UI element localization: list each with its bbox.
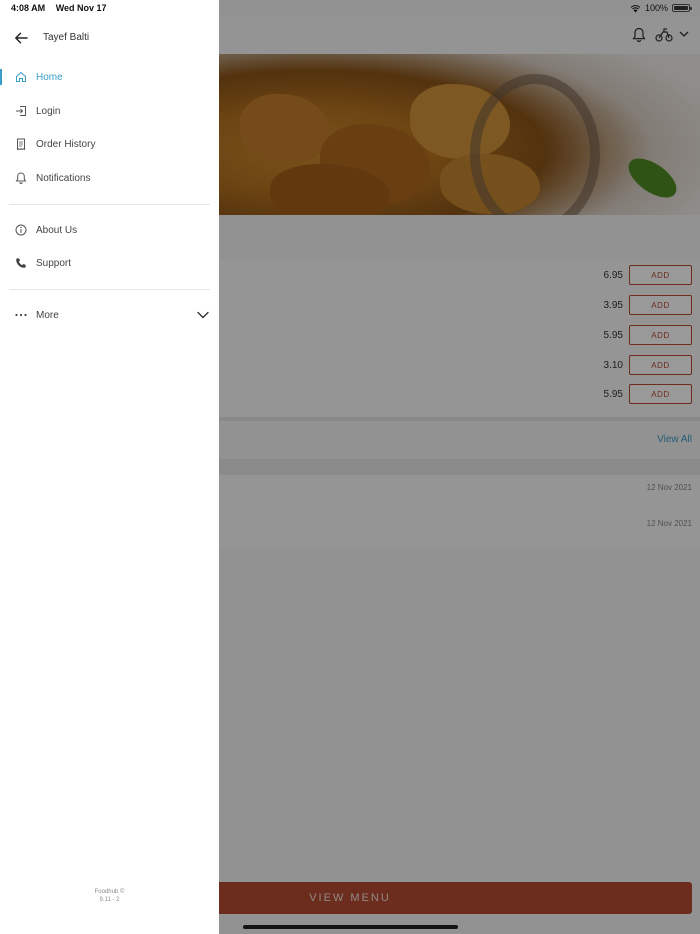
app-version-footer: Foodhub © 9.11 - 2 <box>0 888 219 904</box>
status-date: Wed Nov 17 <box>55 3 107 13</box>
drawer-divider <box>9 204 210 205</box>
home-icon <box>14 70 28 84</box>
nav-item-support[interactable]: Support <box>0 251 219 275</box>
status-bar-left: 4:08 AM Wed Nov 17 <box>11 3 115 13</box>
status-bar-right: 100% <box>630 3 692 13</box>
nav-item-more[interactable]: More <box>0 303 219 327</box>
battery-fill <box>674 6 688 10</box>
chevron-down-icon[interactable] <box>197 311 209 319</box>
bell-icon <box>14 171 28 185</box>
wifi-icon <box>630 4 641 12</box>
active-indicator <box>0 69 2 85</box>
nav-item-order-history[interactable]: Order History <box>0 132 219 156</box>
nav-label-notifications: Notifications <box>36 172 91 184</box>
back-arrow-icon[interactable] <box>14 31 28 45</box>
store-name: Tayef Balti <box>43 32 90 43</box>
nav-item-notifications[interactable]: Notifications <box>0 166 219 190</box>
version-label: 9.11 - 2 <box>99 897 120 903</box>
nav-item-about-us[interactable]: About Us <box>0 218 219 242</box>
status-time: 4:08 AM <box>11 3 46 13</box>
drawer-header: Tayef Balti <box>0 22 219 54</box>
nav-label-more: More <box>36 309 59 321</box>
login-icon <box>14 104 28 118</box>
drawer-divider <box>9 289 210 290</box>
nav-label-home: Home <box>36 71 63 83</box>
nav-label-support: Support <box>36 257 72 269</box>
battery-percent: 100% <box>644 3 668 13</box>
nav-item-login[interactable]: Login <box>0 99 219 123</box>
battery-icon <box>672 4 692 12</box>
phone-icon <box>14 256 28 270</box>
nav-item-home[interactable]: Home <box>0 65 219 89</box>
brand-label: Foodhub © <box>94 889 125 895</box>
ellipsis-icon <box>14 308 28 322</box>
nav-label-login: Login <box>36 105 61 117</box>
nav-label-order-history: Order History <box>36 138 96 150</box>
navigation-drawer: 4:08 AM Wed Nov 17 Tayef Balti Home Logi… <box>0 0 219 934</box>
receipt-icon <box>14 137 28 151</box>
info-icon <box>14 223 28 237</box>
nav-label-about-us: About Us <box>36 224 78 236</box>
